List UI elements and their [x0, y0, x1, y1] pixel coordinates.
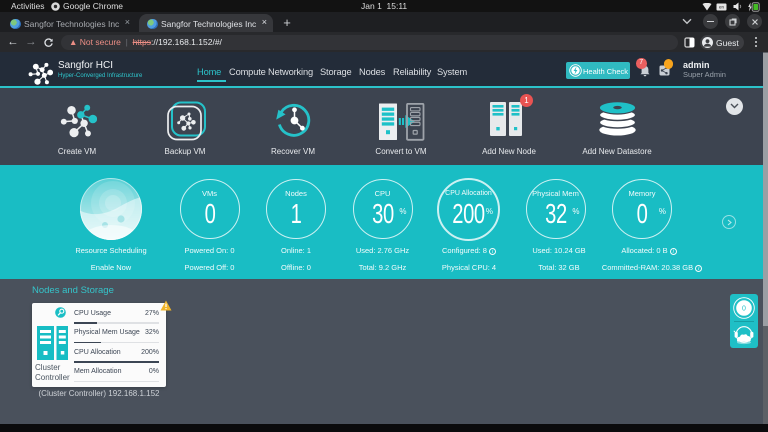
svg-text:0: 0 — [742, 306, 746, 313]
svg-text:en: en — [719, 4, 725, 9]
